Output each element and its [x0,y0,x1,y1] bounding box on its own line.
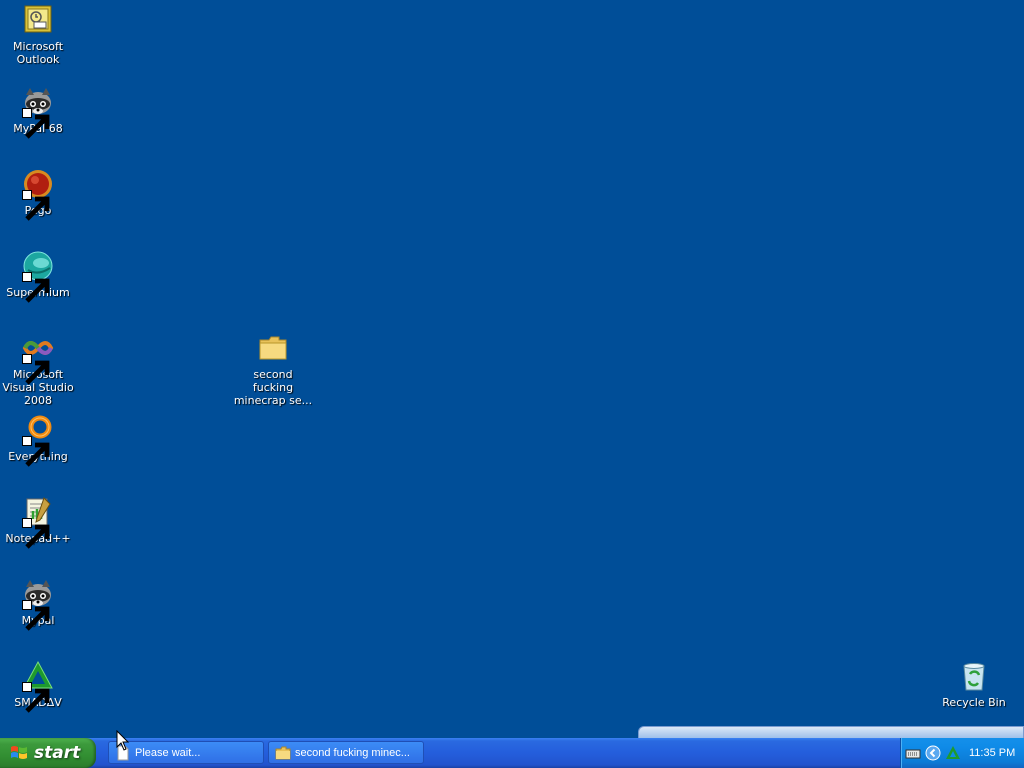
back-arrow-icon[interactable] [925,745,941,761]
raccoon-icon [22,86,54,139]
desktop-folder-minecraft[interactable]: second fucking minecrap se... [233,332,313,407]
shortcut-arrow-icon [22,190,50,221]
start-label: start [34,743,81,763]
raccoon-icon [22,578,54,631]
recycle-bin-icon [958,660,990,692]
desktop-icon-smadav[interactable]: SMADΔV [0,660,78,713]
globe-icon [22,250,54,303]
keyboard-icon[interactable] [905,745,921,761]
taskbar-button-folder[interactable]: second fucking minec... [268,741,424,764]
desktop-icon-visual-studio-2008[interactable]: Microsoft Visual Studio 2008 [0,332,78,407]
desktop-icon-supermium[interactable]: Supermium [0,250,78,303]
magnifier-ring-icon [22,414,54,467]
desktop-icon-mypal-68[interactable]: MyPal 68 [0,86,78,139]
desktop[interactable]: Microsoft Outlook MyPal 68 Pego Supermiu… [0,0,1024,738]
desktop-icon-everything[interactable]: Everything [0,414,78,467]
mouse-cursor-icon [116,730,130,751]
shortcut-arrow-icon [22,518,50,549]
visual-studio-icon [22,332,54,385]
taskbar: start Please wait... second fucking mine… [0,738,1024,768]
desktop-icon-label: Microsoft Outlook [12,40,64,66]
shortcut-arrow-icon [22,108,50,139]
desktop-icon-mypal[interactable]: Mypal [0,578,78,631]
notepad-plus-icon [22,496,54,549]
desktop-icon-recycle-bin[interactable]: Recycle Bin [934,660,1014,709]
taskbar-button-label: second fucking minec... [295,746,410,759]
folder-icon [257,332,289,364]
green-triangle-icon [22,660,54,713]
notification-balloon [638,726,1024,738]
desktop-icon-label: second fucking minecrap se... [233,368,313,407]
outlook-icon [22,4,54,36]
shortcut-arrow-icon [22,600,50,631]
taskbar-button-label: Please wait... [135,746,201,759]
shortcut-arrow-icon [22,682,50,713]
desktop-icon-notepad-plus-plus[interactable]: Notepad++ [0,496,78,549]
red-orb-icon [22,168,54,221]
smadav-icon[interactable] [945,745,961,761]
folder-icon [275,745,291,761]
desktop-icon-pego[interactable]: Pego [0,168,78,221]
desktop-icon-outlook[interactable]: Microsoft Outlook [0,4,78,66]
desktop-icon-label: Recycle Bin [942,696,1006,709]
start-button[interactable]: start [0,738,96,768]
clock[interactable]: 11:35 PM [969,747,1015,759]
windows-logo-icon [11,746,27,759]
shortcut-arrow-icon [22,354,50,385]
shortcut-arrow-icon [22,272,50,303]
taskbar-button-please-wait[interactable]: Please wait... [108,741,264,764]
shortcut-arrow-icon [22,436,50,467]
system-tray: 11:35 PM [900,738,1024,768]
